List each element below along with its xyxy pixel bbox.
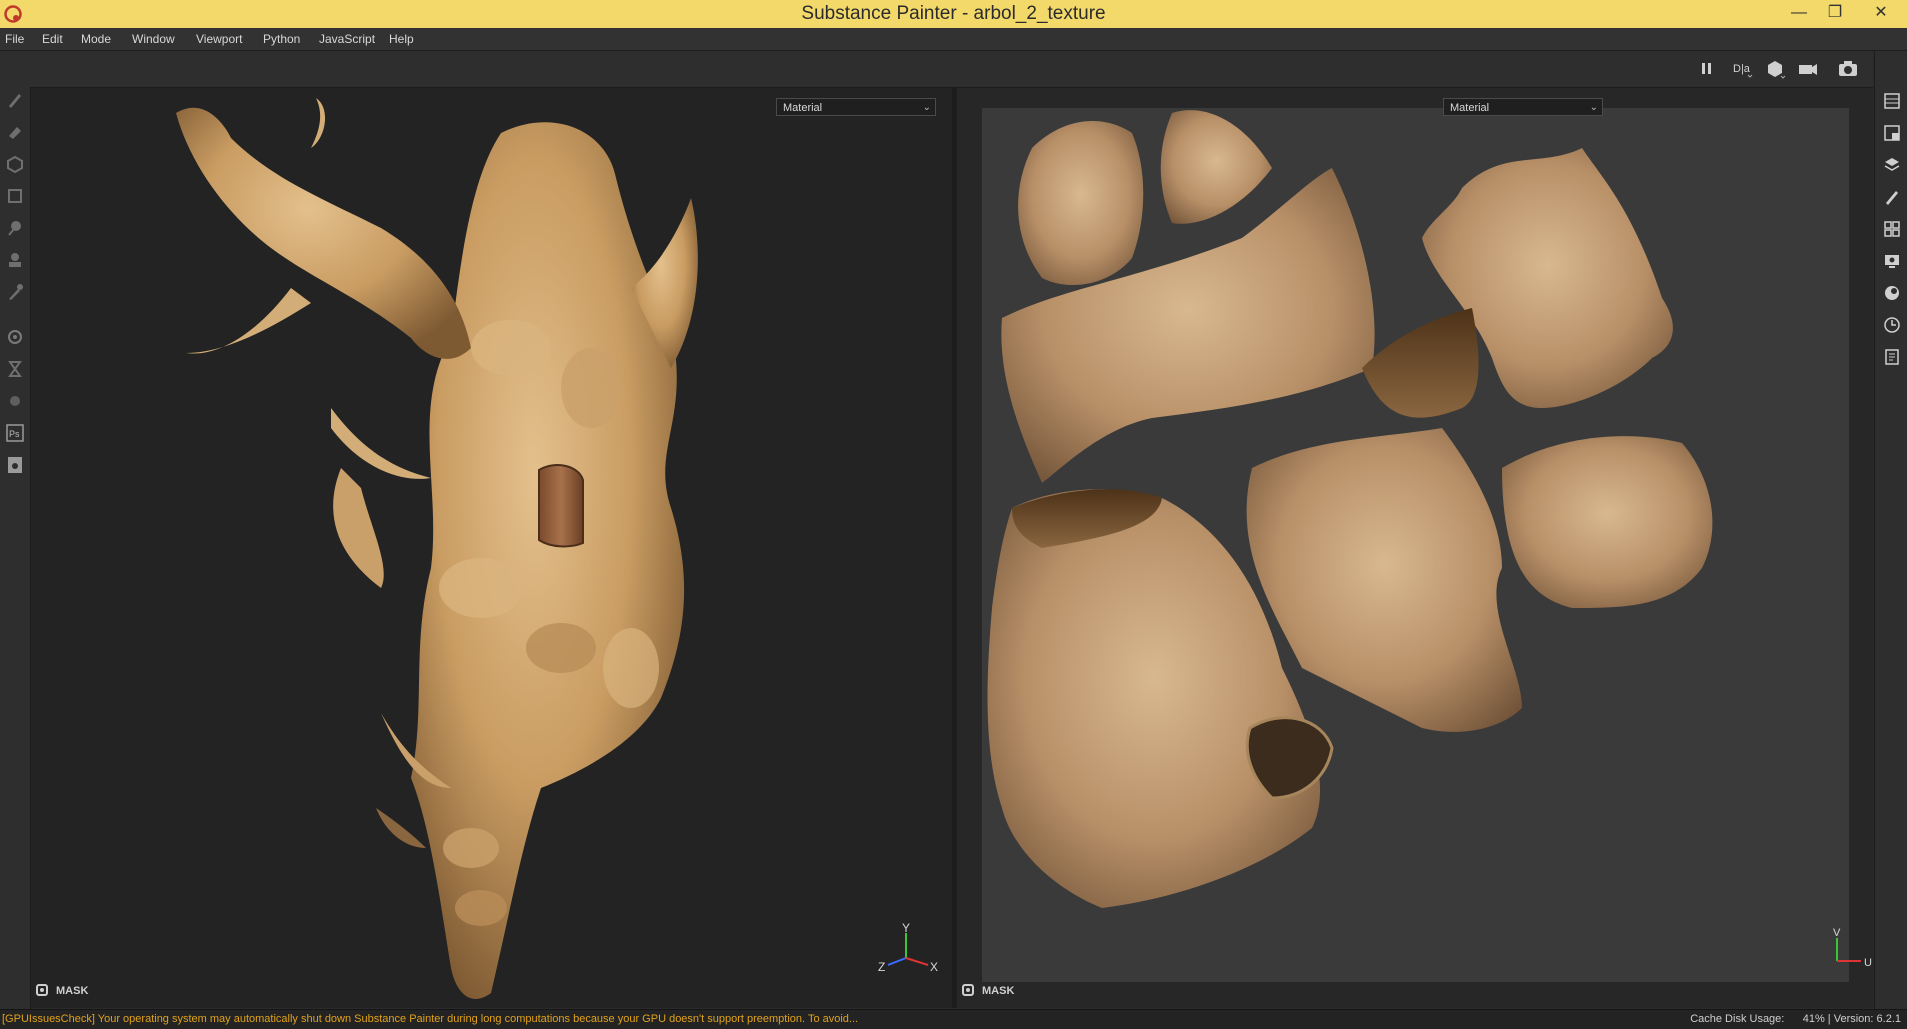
minimize-button[interactable]: — xyxy=(1781,0,1817,28)
channel-select-3d-value: Material xyxy=(783,102,823,114)
layers-icon[interactable] xyxy=(1882,155,1902,175)
pause-icon[interactable] xyxy=(1694,57,1720,81)
menu-viewport[interactable]: Viewport xyxy=(196,32,242,46)
svg-text:Ps: Ps xyxy=(9,429,20,439)
viewer-settings-icon[interactable] xyxy=(1882,283,1902,303)
viewport-3d[interactable]: Material ⌄ Y Z X MASK xyxy=(31,88,952,1008)
menu-bar: File Edit Mode Window Viewport Python Ja… xyxy=(0,28,1907,51)
screenshot-icon[interactable] xyxy=(1835,57,1861,81)
mask-toggle-3d[interactable]: MASK xyxy=(36,984,88,1000)
svg-text:D|a: D|a xyxy=(1733,63,1751,75)
sphere-icon[interactable] xyxy=(4,390,26,412)
axis-gizmo-3d: Y Z X xyxy=(878,923,938,974)
axis-v-label: V xyxy=(1833,927,1841,939)
menu-window[interactable]: Window xyxy=(132,32,175,46)
cache-value: 41% xyxy=(1802,1013,1825,1025)
window-title: Substance Painter - arbol_2_texture xyxy=(801,3,1106,24)
status-cache: Cache Disk Usage: 41% | Version: 6.2.1 xyxy=(1690,1013,1901,1025)
menu-file[interactable]: File xyxy=(5,32,24,46)
split-view-icon[interactable]: D|a xyxy=(1730,57,1756,81)
menu-python[interactable]: Python xyxy=(263,32,300,46)
channel-select-2d-value: Material xyxy=(1450,102,1490,114)
texture-set-settings-icon[interactable] xyxy=(1882,123,1902,143)
axis-y-label: Y xyxy=(902,923,910,935)
channel-select-2d[interactable]: Material ⌄ xyxy=(1443,98,1603,116)
menu-edit[interactable]: Edit xyxy=(42,32,63,46)
axis-u-label: U xyxy=(1864,957,1872,969)
chevron-down-icon: ⌄ xyxy=(922,102,931,113)
menu-mode[interactable]: Mode xyxy=(81,32,111,46)
photoshop-icon[interactable]: Ps xyxy=(4,422,26,444)
projection-icon[interactable] xyxy=(4,153,26,175)
viewport-2d[interactable]: Material ⌄ V U MASK xyxy=(957,88,1873,1008)
menu-javascript[interactable]: JavaScript xyxy=(319,32,375,46)
shelf-icon[interactable] xyxy=(1882,219,1902,239)
tree-trunk-model xyxy=(176,98,698,999)
uv-islands xyxy=(987,110,1713,908)
axis-gizmo-2d: V U xyxy=(1833,927,1872,969)
mask-toggle-2d[interactable]: MASK xyxy=(962,984,1014,1000)
brush-icon[interactable] xyxy=(4,89,26,111)
bake-icon[interactable] xyxy=(4,326,26,348)
panel-strip xyxy=(1874,51,1907,1009)
chevron-down-icon: ⌄ xyxy=(1589,102,1598,113)
texture-set-list-icon[interactable] xyxy=(1882,91,1902,111)
title-bar: Substance Painter - arbol_2_texture — ❐ … xyxy=(0,0,1907,28)
clone-icon[interactable] xyxy=(4,249,26,271)
display-settings-icon[interactable] xyxy=(1882,251,1902,271)
axis-z-label: Z xyxy=(878,960,885,974)
status-message: [GPUIssuesCheck] Your operating system m… xyxy=(2,1013,859,1025)
export-icon[interactable] xyxy=(4,454,26,476)
version-label: Version: 6.2.1 xyxy=(1833,1013,1901,1025)
mask-label-3d: MASK xyxy=(56,985,89,997)
axis-x-label: X xyxy=(930,960,938,974)
cache-label: Cache Disk Usage: xyxy=(1690,1013,1785,1025)
cube-icon[interactable] xyxy=(1762,57,1788,81)
close-button[interactable]: ✕ xyxy=(1863,0,1899,28)
polygon-fill-icon[interactable] xyxy=(4,185,26,207)
picker-icon[interactable] xyxy=(4,281,26,303)
mask-label-2d: MASK xyxy=(982,985,1015,997)
properties-icon[interactable] xyxy=(1882,187,1902,207)
viewport-toolbar: D|a xyxy=(30,51,1873,88)
menu-help[interactable]: Help xyxy=(389,32,414,46)
smudge-icon[interactable] xyxy=(4,217,26,239)
uv-texture-area xyxy=(982,108,1849,982)
eraser-icon[interactable] xyxy=(4,121,26,143)
mask-icon xyxy=(36,984,48,996)
camera-icon[interactable] xyxy=(1795,57,1821,81)
tool-strip: Ps xyxy=(0,51,31,1009)
restore-button[interactable]: ❐ xyxy=(1817,0,1853,28)
mask-icon xyxy=(962,984,974,996)
status-bar: [GPUIssuesCheck] Your operating system m… xyxy=(0,1009,1907,1029)
hourglass-icon[interactable] xyxy=(4,358,26,380)
log-icon[interactable] xyxy=(1882,347,1902,367)
channel-select-3d[interactable]: Material ⌄ xyxy=(776,98,936,116)
history-icon[interactable] xyxy=(1882,315,1902,335)
